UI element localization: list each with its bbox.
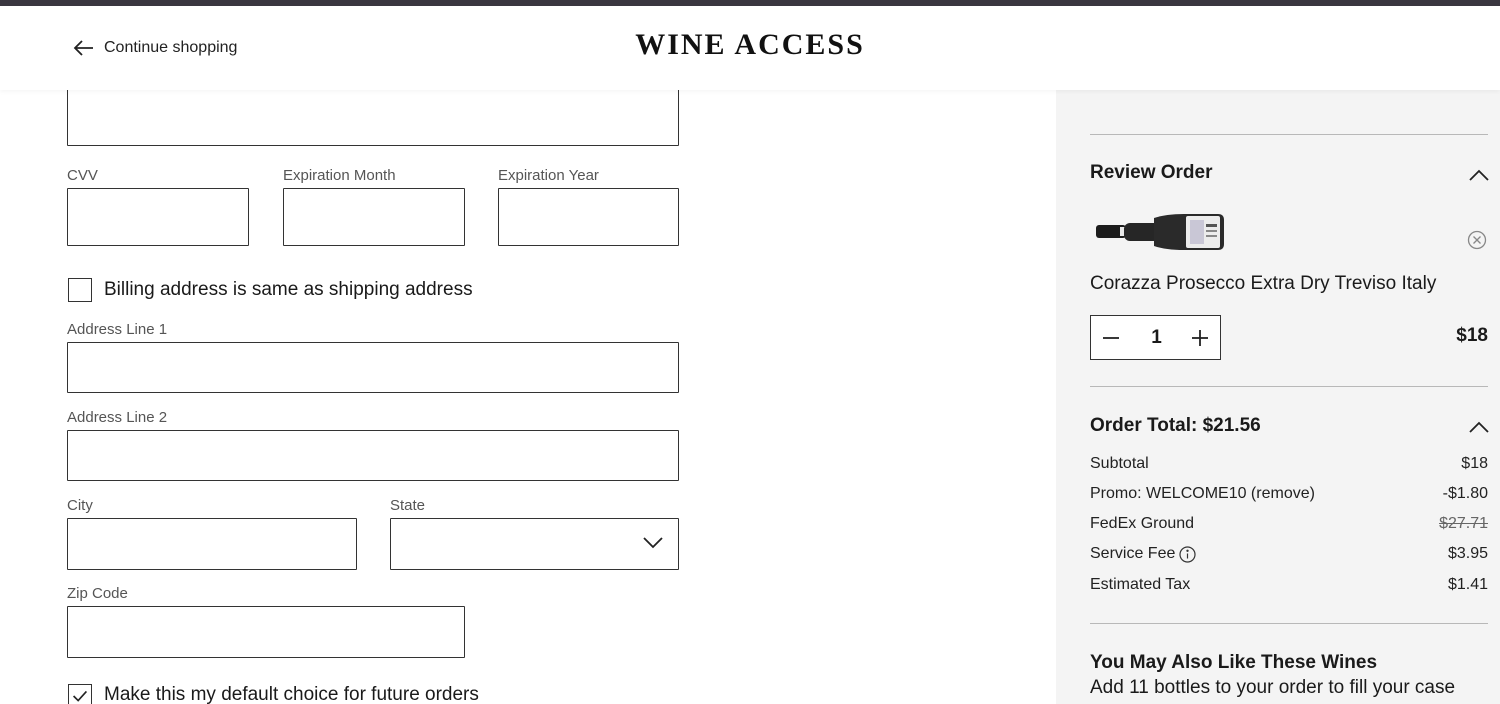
service-fee-label-wrap: Service Fee (1090, 545, 1196, 563)
chevron-up-icon[interactable] (1468, 420, 1490, 434)
quantity-value: 1 (1151, 327, 1162, 348)
promo-label[interactable]: Promo: WELCOME10 (remove) (1090, 485, 1315, 503)
divider (1090, 623, 1488, 624)
order-total-title: Order Total: $21.56 (1090, 415, 1261, 436)
remove-item-icon[interactable] (1467, 230, 1487, 250)
item-price: $18 (1456, 325, 1488, 346)
order-summary-sidebar: Review Order Corazza Prosecco Extra Dry … (1056, 90, 1500, 704)
shipping-label: FedEx Ground (1090, 515, 1195, 532)
product-name[interactable]: Corazza Prosecco Extra Dry Treviso Italy (1090, 273, 1436, 295)
quantity-stepper: 1 (1090, 315, 1221, 360)
service-fee-value: $3.95 (1447, 545, 1488, 562)
zip-code-field[interactable] (67, 606, 465, 658)
chevron-down-icon (643, 537, 663, 549)
default-choice-label: Make this my default choice for future o… (104, 684, 479, 704)
tax-label: Estimated Tax (1090, 576, 1191, 593)
continue-shopping-label: Continue shopping (104, 39, 238, 56)
plus-icon[interactable] (1190, 328, 1210, 348)
minus-icon[interactable] (1101, 328, 1121, 348)
default-choice-checkbox[interactable] (68, 684, 92, 704)
expiration-year-label: Expiration Year (498, 167, 599, 184)
also-like-subtitle: Add 11 bottles to your order to fill you… (1090, 677, 1456, 698)
billing-same-label: Billing address is same as shipping addr… (104, 279, 473, 300)
expiration-month-label: Expiration Month (283, 167, 396, 184)
cvv-field[interactable] (67, 188, 249, 246)
arrow-left-icon (73, 40, 93, 56)
site-header: Continue shopping WINE ACCESS (0, 6, 1500, 90)
chevron-up-icon[interactable] (1468, 168, 1490, 182)
subtotal-label: Subtotal (1090, 455, 1149, 472)
wine-bottle-image (1096, 214, 1224, 250)
checkmark-icon (72, 690, 88, 702)
expiration-month-field[interactable] (283, 188, 465, 246)
billing-same-checkbox[interactable] (68, 278, 92, 302)
city-field[interactable] (67, 518, 357, 570)
service-fee-label: Service Fee (1090, 545, 1176, 562)
tax-value: $1.41 (1447, 576, 1488, 593)
divider (1090, 386, 1488, 387)
divider (1090, 134, 1488, 135)
address-line-2-label: Address Line 2 (67, 409, 168, 426)
expiration-year-field[interactable] (498, 188, 679, 246)
also-like-title: You May Also Like These Wines (1090, 652, 1378, 673)
address-line-2-field[interactable] (67, 430, 679, 481)
city-label: City (67, 497, 93, 514)
zip-code-label: Zip Code (67, 585, 128, 602)
state-label: State (390, 497, 426, 514)
info-icon[interactable] (1179, 545, 1196, 563)
shipping-value: $27.71 (1439, 515, 1488, 532)
state-select[interactable] (390, 518, 679, 570)
promo-value: -$1.80 (1442, 485, 1488, 502)
subtotal-value: $18 (1461, 455, 1488, 472)
address-line-1-label: Address Line 1 (67, 321, 168, 338)
review-order-title: Review Order (1090, 162, 1213, 183)
cvv-label: CVV (67, 167, 98, 184)
continue-shopping-link[interactable]: Continue shopping (72, 36, 237, 60)
wine-access-logo[interactable]: WINE ACCESS (635, 28, 865, 61)
address-line-1-field[interactable] (67, 342, 679, 393)
